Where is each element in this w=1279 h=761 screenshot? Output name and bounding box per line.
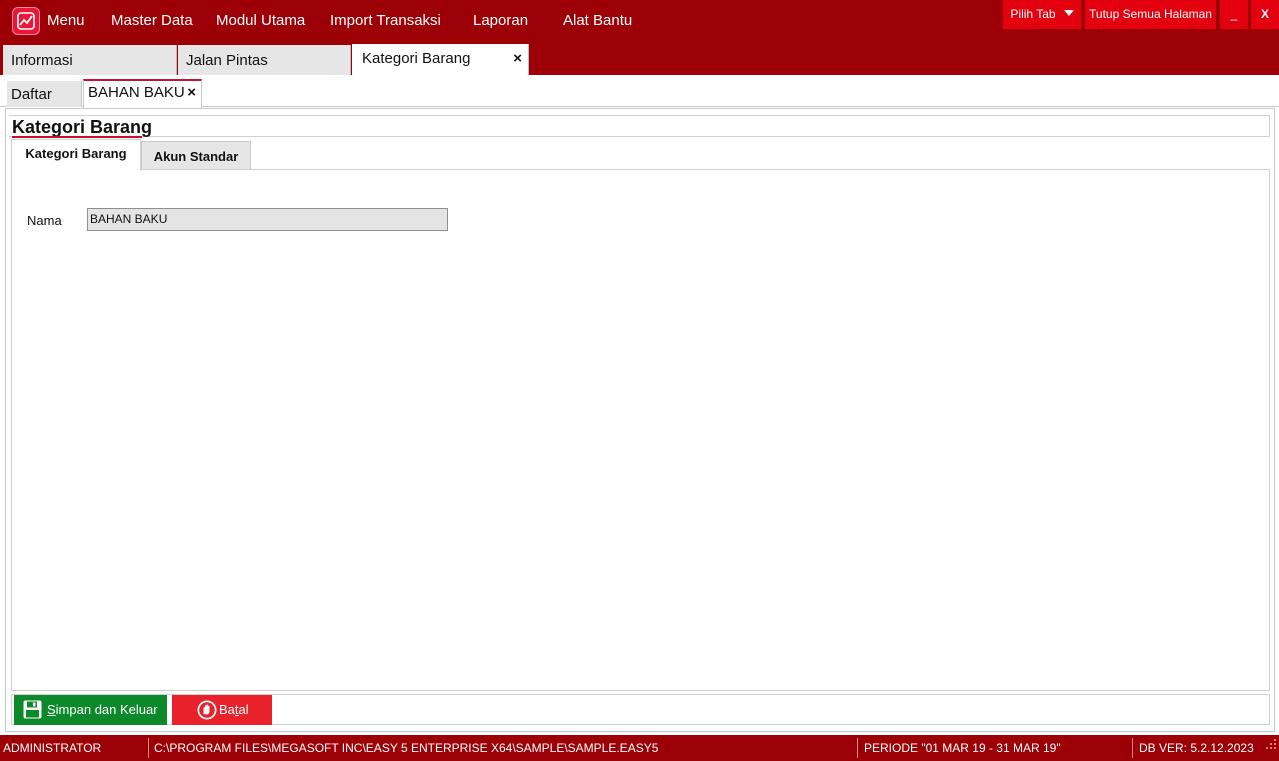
page-title-bar: Kategori Barang	[9, 115, 1270, 138]
nama-label: Nama	[27, 213, 62, 228]
menu-item-alat-bantu[interactable]: Alat Bantu	[563, 12, 632, 30]
close-app-button[interactable]: X	[1251, 0, 1279, 29]
main-tab-strip: Informasi Jalan Pintas Kategori Barang ×	[0, 44, 1279, 75]
tab-label: Kategori Barang	[362, 50, 471, 67]
tab-informasi[interactable]: Informasi	[3, 45, 177, 75]
page-title: Kategori Barang	[12, 117, 153, 137]
status-bar: ADMINISTRATOR C:\PROGRAM FILES\MEGASOFT …	[0, 735, 1279, 761]
button-bar: Simpan dan Keluar Batal	[11, 694, 1270, 725]
status-divider	[857, 738, 858, 758]
tab-akun-standar[interactable]: Akun Standar	[141, 141, 251, 170]
menu-bar: Menu Master Data Modul Utama Import Tran…	[0, 0, 1279, 44]
stop-hand-icon	[197, 700, 217, 731]
tab-kategori-barang-detail[interactable]: Kategori Barang	[11, 139, 141, 171]
pilih-tab-button[interactable]: Pilih Tab	[1003, 0, 1081, 29]
menu-item-modul-utama[interactable]: Modul Utama	[216, 12, 305, 30]
simpan-dan-keluar-button[interactable]: Simpan dan Keluar	[14, 695, 167, 725]
subtab-label: Daftar	[11, 86, 52, 103]
resize-grip-icon[interactable]	[1265, 733, 1277, 759]
app-logo-icon[interactable]	[12, 7, 40, 35]
batal-button[interactable]: Batal	[172, 695, 272, 725]
inner-tab-strip: Kategori Barang Akun Standar	[11, 139, 1270, 171]
close-subtab-icon[interactable]: ×	[187, 81, 196, 105]
form-panel: Nama BAHAN BAKU	[11, 169, 1270, 691]
status-divider	[148, 738, 149, 758]
status-periode: PERIODE "01 MAR 19 - 31 MAR 19"	[864, 741, 1061, 755]
status-path: C:\PROGRAM FILES\MEGASOFT INC\EASY 5 ENT…	[154, 741, 659, 755]
sub-tab-strip: Daftar BAHAN BAKU ×	[0, 75, 1279, 108]
status-db-version: DB VER: 5.2.12.2023	[1139, 741, 1254, 755]
status-user: ADMINISTRATOR	[3, 741, 102, 755]
tab-label: Jalan Pintas	[186, 52, 268, 69]
nama-field[interactable]: BAHAN BAKU	[87, 208, 448, 231]
pilih-tab-label: Pilih Tab	[1010, 7, 1056, 21]
save-disk-icon	[23, 700, 42, 730]
minimize-button[interactable]: _	[1220, 0, 1248, 29]
cancel-label-part2: al	[238, 702, 249, 717]
title-underline	[12, 136, 142, 138]
subtab-daftar[interactable]: Daftar	[7, 81, 82, 107]
menu-item-master-data[interactable]: Master Data	[111, 12, 193, 30]
tutup-semua-halaman-button[interactable]: Tutup Semua Halaman	[1085, 0, 1216, 29]
save-label: impan dan Keluar	[55, 702, 158, 717]
subtab-label: BAHAN BAKU	[88, 84, 185, 101]
status-divider	[1132, 738, 1133, 758]
close-tab-icon[interactable]: ×	[513, 44, 522, 74]
menu-item-menu[interactable]: Menu	[47, 12, 85, 30]
tab-label: Informasi	[11, 52, 73, 69]
save-accel-letter: S	[47, 702, 56, 717]
menu-item-laporan[interactable]: Laporan	[473, 12, 528, 30]
tab-jalan-pintas[interactable]: Jalan Pintas	[178, 45, 351, 75]
cancel-label-part1: Ba	[219, 702, 235, 717]
menu-item-import-transaksi[interactable]: Import Transaksi	[330, 12, 441, 30]
content-frame: Kategori Barang Kategori Barang Akun Sta…	[5, 108, 1275, 732]
tab-kategori-barang[interactable]: Kategori Barang ×	[352, 44, 529, 75]
subtab-bahan-baku[interactable]: BAHAN BAKU ×	[83, 79, 202, 108]
caret-down-icon	[1063, 10, 1074, 16]
